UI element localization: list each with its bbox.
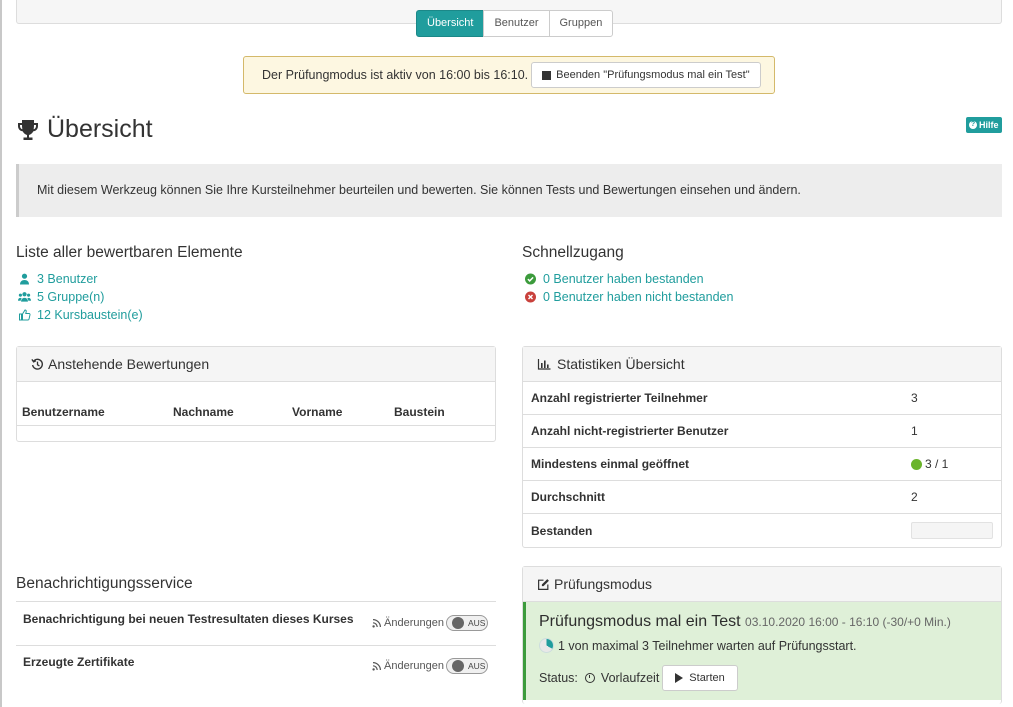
notify-row-test-results: Benachrichtigung bei neuen Testresultate… [16,601,496,646]
exam-active-banner: Der Prüfungmodus ist aktiv von 16:00 bis… [243,56,775,94]
notify-toggle-test-results[interactable]: AUS [446,615,488,631]
assessable-heading: Liste aller bewertbaren Elemente [16,244,243,261]
tab-users[interactable]: Benutzer [483,10,550,37]
quick-access-heading: Schnellzugang [522,244,624,261]
col-username[interactable]: Benutzername [17,405,173,419]
rss-icon [372,619,382,628]
changes-label[interactable]: Änderungen [384,617,444,629]
help-button[interactable]: ? Hilfe [966,117,1002,133]
stat-row-registered: Anzahl registrierter Teilnehmer 3 [523,382,1001,415]
notify-row-certificates: Erzeugte Zertifikate Änderungen AUS [16,646,496,690]
pending-panel-header: Anstehende Bewertungen [17,347,495,382]
pending-table-header: Benutzername Nachname Vorname Baustein [17,382,495,426]
course-nodes-link[interactable]: 12 Kursbaustein(e) [18,306,143,324]
rss-icon [372,662,382,671]
x-circle-icon [525,291,536,303]
window-left-edge [0,0,2,707]
trophy-icon [18,119,38,140]
history-icon [31,358,43,370]
thumbs-up-icon [19,309,31,321]
pie-progress-icon [539,638,554,653]
status-dot-icon [911,458,922,470]
col-firstname[interactable]: Vorname [292,405,394,419]
exam-waiting-line: 1 von maximal 3 Teilnehmer warten auf Pr… [539,638,857,653]
exam-date: 03.10.2020 16:00 - 16:10 (-30/+0 Min.) [745,615,951,629]
quick-access-links: 0 Benutzer haben bestanden 0 Benutzer ha… [524,270,733,306]
notifications-heading: Benachrichtigungsservice [16,575,193,592]
group-icon [18,292,31,302]
help-label: Hilfe [979,120,999,130]
pending-assessments-panel: Anstehende Bewertungen Benutzername Nach… [16,346,496,442]
exam-mode-panel: Prüfungsmodus Prüfungsmodus mal ein Test… [522,566,1002,704]
groups-link[interactable]: 5 Gruppe(n) [18,288,143,306]
play-icon [675,673,684,683]
statistics-panel: Statistiken Übersicht Anzahl registriert… [522,346,1002,548]
stat-row-passed: Bestanden [523,514,1001,547]
status-value: Vorlaufzeit [600,671,660,685]
exam-status-line: Status: Vorlaufzeit Starten [539,665,738,691]
end-exam-button[interactable]: Beenden "Prüfungsmodus mal ein Test" [531,62,761,88]
passed-progress-bar [911,522,993,539]
notify-toggle-certificates[interactable]: AUS [446,658,488,674]
stat-row-average: Durchschnitt 2 [523,481,1001,514]
failed-users-link[interactable]: 0 Benutzer haben nicht bestanden [524,288,733,306]
statistics-panel-header: Statistiken Übersicht [523,347,1001,382]
view-tabs: Übersicht Benutzer Gruppen [416,10,614,37]
assessable-links: 3 Benutzer 5 Gruppe(n) 12 Kursbaustein(e… [18,270,143,324]
exam-panel-header: Prüfungsmodus [523,567,1001,602]
page-title: Übersicht [16,115,153,144]
info-box: Mit diesem Werkzeug können Sie Ihre Kurs… [16,164,1002,217]
start-exam-button[interactable]: Starten [662,665,738,691]
stop-icon [542,70,552,80]
page-title-text: Übersicht [47,115,153,143]
edit-icon [538,578,549,590]
status-label: Status: [539,671,578,685]
exam-banner-text: Der Prüfungmodus ist aktiv von 16:00 bis… [262,68,529,82]
user-icon [20,273,29,285]
stat-row-opened: Mindestens einmal geöffnet 3 / 1 [523,448,1001,481]
tab-overview[interactable]: Übersicht [416,10,485,37]
col-course-node[interactable]: Baustein [394,405,445,419]
end-exam-label: Beenden "Prüfungsmodus mal ein Test" [556,69,750,81]
exam-title: Prüfungsmodus mal ein Test 03.10.2020 16… [539,613,951,630]
clock-icon [584,673,595,683]
passed-users-link[interactable]: 0 Benutzer haben bestanden [524,270,733,288]
check-circle-icon [525,273,536,285]
help-icon: ? [969,121,977,129]
tab-groups[interactable]: Gruppen [548,10,614,37]
bar-chart-icon [537,359,551,370]
stat-row-unregistered: Anzahl nicht-registrierter Benutzer 1 [523,415,1001,448]
users-link[interactable]: 3 Benutzer [18,270,143,288]
changes-label[interactable]: Änderungen [384,660,444,672]
col-lastname[interactable]: Nachname [173,405,292,419]
exam-mode-body: Prüfungsmodus mal ein Test 03.10.2020 16… [523,602,1001,700]
